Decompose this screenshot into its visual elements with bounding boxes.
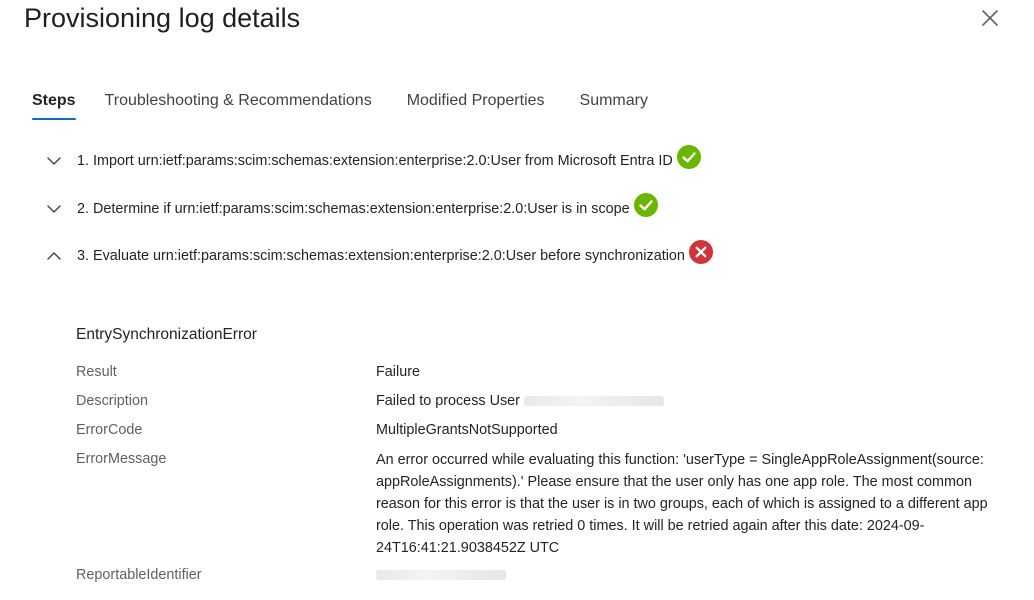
checkmark-circle-icon — [676, 145, 701, 169]
errormessage-value: An error occurred while evaluating this … — [376, 452, 988, 556]
errorcode-label: ErrorCode — [76, 422, 143, 438]
redacted-identifier — [376, 570, 506, 581]
close-icon — [982, 10, 998, 26]
tab-summary[interactable]: Summary — [580, 88, 648, 122]
chevron-down-icon[interactable] — [44, 199, 64, 219]
step-row-1[interactable]: 1. Import urn:ietf:params:scim:schemas:e… — [44, 145, 701, 176]
provisioning-log-panel: Provisioning log details Steps Troublesh… — [0, 0, 1034, 600]
error-section-title: EntrySynchronizationError — [76, 326, 257, 343]
close-button[interactable] — [978, 6, 1002, 30]
dismiss-circle-icon — [688, 240, 713, 264]
checkmark-circle-icon — [633, 193, 658, 217]
step-label: 1. Import urn:ietf:params:scim:schemas:e… — [77, 153, 673, 169]
tab-modified-properties[interactable]: Modified Properties — [407, 88, 545, 122]
tab-list: Steps Troubleshooting & Recommendations … — [32, 88, 683, 122]
reportable-identifier-label: ReportableIdentifier — [76, 567, 202, 583]
errorcode-value: MultipleGrantsNotSupported — [376, 422, 558, 438]
chevron-up-icon[interactable] — [44, 246, 64, 266]
description-label: Description — [76, 393, 148, 409]
result-value: Failure — [376, 364, 420, 380]
step-label: 2. Determine if urn:ietf:params:scim:sch… — [77, 201, 630, 217]
step-row-3[interactable]: 3. Evaluate urn:ietf:params:scim:schemas… — [44, 240, 713, 271]
redacted-user-name — [523, 396, 664, 407]
step-label: 3. Evaluate urn:ietf:params:scim:schemas… — [77, 248, 685, 264]
result-label: Result — [76, 364, 117, 380]
tab-steps[interactable]: Steps — [32, 88, 76, 122]
description-text: Failed to process User — [376, 393, 520, 409]
description-value: Failed to process User — [376, 390, 664, 412]
tab-troubleshooting[interactable]: Troubleshooting & Recommendations — [105, 88, 372, 122]
panel-title: Provisioning log details — [24, 3, 301, 33]
chevron-down-icon[interactable] — [44, 151, 64, 171]
reportable-identifier-value — [376, 564, 506, 586]
errormessage-label: ErrorMessage — [76, 451, 167, 467]
step-row-2[interactable]: 2. Determine if urn:ietf:params:scim:sch… — [44, 193, 658, 224]
